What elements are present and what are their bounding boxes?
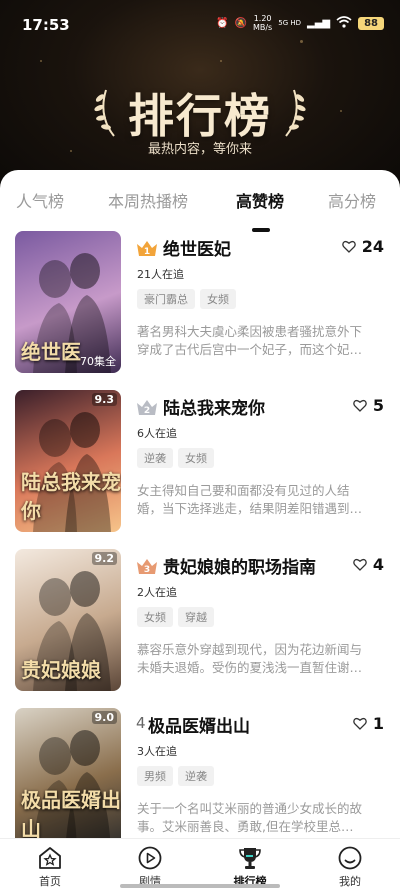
- followers-count: 2人在追: [137, 586, 177, 599]
- bottom-navigation: 首页 剧情 排行榜 我的: [0, 838, 400, 889]
- net-unit: MB/s: [252, 23, 273, 32]
- profile-icon: [338, 846, 362, 870]
- genre-tag: 男频: [137, 766, 173, 786]
- alarm-icon: ⏰: [216, 17, 229, 29]
- ranking-list-item[interactable]: 贵妃娘娘 9.2 3 贵妃娘娘的职场指南 4 2人在追 女频 穿越 慕容乐意外穿越: [0, 549, 400, 699]
- cover-title-text: 贵妃娘娘: [21, 658, 101, 682]
- like-count: 4: [372, 555, 384, 574]
- rank-number: 1: [144, 247, 150, 257]
- rank-number: 4: [136, 714, 146, 732]
- genre-tag: 豪门霸总: [137, 289, 195, 309]
- genre-tag: 女频: [137, 607, 173, 627]
- home-indicator[interactable]: [120, 884, 280, 888]
- drama-description: 著名男科大夫虞心柔因被患者骚扰意外下穿成了古代后宫中一个妃子，而这个妃…: [137, 324, 363, 357]
- signal-icon: ▂▄▆: [307, 17, 331, 29]
- like-count: 5: [372, 396, 384, 415]
- home-star-icon: [39, 847, 61, 869]
- tab-popularity[interactable]: 人气榜: [16, 188, 64, 212]
- like-counter[interactable]: 4: [353, 555, 384, 574]
- cover-title-text: 极品医婿出山: [21, 788, 121, 841]
- genre-tag: 女频: [200, 289, 236, 309]
- genre-tags: 豪门霸总 女频: [137, 289, 236, 309]
- net-speed: 1.20: [253, 14, 272, 23]
- rank-number: 3: [144, 565, 150, 575]
- nav-profile-label: 我的: [339, 875, 361, 888]
- genre-tags: 逆袭 女频: [137, 448, 214, 468]
- genre-tag: 逆袭: [137, 448, 173, 468]
- cover-score: 9.3: [91, 393, 117, 406]
- drama-title[interactable]: 绝世医妃: [163, 235, 231, 260]
- wifi-icon: [336, 15, 352, 31]
- followers-count: 3人在追: [137, 745, 177, 758]
- drama-cover-image[interactable]: 绝世医 70集全: [15, 231, 121, 373]
- drama-cover-image[interactable]: 贵妃娘娘 9.2: [15, 549, 121, 691]
- nav-ranking[interactable]: 排行榜: [215, 845, 285, 889]
- heart-icon: [341, 240, 356, 253]
- followers-count: 21人在追: [137, 268, 184, 281]
- rank-crown-icon: 1: [137, 241, 157, 257]
- drama-title[interactable]: 极品医婿出山: [148, 712, 250, 737]
- rank-number: 2: [144, 406, 150, 416]
- genre-tag: 女频: [178, 448, 214, 468]
- like-counter[interactable]: 24: [341, 237, 384, 256]
- drama-description: 女主得知自己要和面都没有见过的人结婚，当下选择逃走，结果阴差阳错遇到…: [137, 483, 363, 516]
- tab-top-rated[interactable]: 高分榜: [328, 188, 376, 212]
- like-count: 24: [361, 237, 384, 256]
- genre-tags: 女频 穿越: [137, 607, 214, 627]
- nav-plot[interactable]: 剧情: [115, 845, 185, 889]
- ranking-list-item[interactable]: 极品医婿出山 9.0 4 极品医婿出山 1 3人在追 男频 逆袭 关于一个名叫艾米…: [0, 708, 400, 858]
- like-counter[interactable]: 5: [353, 396, 384, 415]
- cover-score: 9.2: [91, 552, 117, 565]
- ranking-list-item[interactable]: 陆总我来宠你 9.3 2 陆总我来宠你 5 6人在追 逆袭 女频 女主得知自己要和: [0, 390, 400, 540]
- ranking-list-item[interactable]: 绝世医 70集全 1 绝世医妃 24 21人在追 豪门霸总 女频 著名男科大夫虞心: [0, 231, 400, 381]
- drama-cover-image[interactable]: 极品医婿出山 9.0: [15, 708, 121, 850]
- tab-most-liked[interactable]: 高赞榜: [236, 188, 284, 212]
- cover-title-text: 绝世医: [21, 340, 81, 364]
- episode-count: 70集全: [80, 355, 116, 368]
- followers-count: 6人在追: [137, 427, 177, 440]
- rank-crown-icon: 3: [137, 559, 157, 575]
- drama-title[interactable]: 陆总我来宠你: [163, 394, 265, 419]
- trophy-icon: [239, 848, 261, 869]
- status-time: 17:53: [22, 16, 70, 34]
- status-bar: 17:53 ⏰ 🔕 1.20 MB/s 5G HD ▂▄▆ 88: [0, 0, 400, 48]
- genre-tags: 男频 逆袭: [137, 766, 214, 786]
- genre-tag: 逆袭: [178, 766, 214, 786]
- page-title: 排行榜: [128, 89, 272, 143]
- page-subtitle: 最热内容，等你来: [147, 142, 252, 157]
- tab-weekly-hot[interactable]: 本周热播榜: [108, 188, 188, 212]
- heart-icon: [353, 558, 367, 571]
- cover-score: 9.0: [91, 711, 117, 724]
- nav-profile[interactable]: 我的: [315, 845, 385, 889]
- like-counter[interactable]: 1: [353, 714, 384, 733]
- heart-icon: [353, 717, 367, 730]
- mute-icon: 🔕: [234, 17, 247, 29]
- heart-icon: [353, 399, 367, 412]
- like-count: 1: [372, 714, 384, 733]
- cover-title-text: 陆总我来宠你: [21, 470, 121, 523]
- rank-crown-icon: 2: [137, 400, 157, 416]
- battery-indicator: 88: [358, 16, 384, 30]
- drama-title[interactable]: 贵妃娘娘的职场指南: [163, 553, 316, 578]
- drama-description: 关于一个名叫艾米丽的普通少女成长的故事。艾米丽善良、勇敢,但在学校里总…: [137, 801, 363, 834]
- network-type: 5G HD: [278, 19, 301, 27]
- genre-tag: 穿越: [178, 607, 214, 627]
- drama-cover-image[interactable]: 陆总我来宠你 9.3: [15, 390, 121, 532]
- nav-home[interactable]: 首页: [15, 845, 85, 889]
- laurel-right-icon: [285, 89, 306, 137]
- nav-home-label: 首页: [39, 875, 61, 888]
- ranking-tabs: 人气榜 本周热播榜 高赞榜 高分榜: [0, 188, 400, 232]
- play-circle-icon: [138, 846, 162, 870]
- drama-description: 慕容乐意外穿越到现代，因为花边新闻与未婚夫退婚。受伤的夏浅浅一直暂住谢…: [137, 642, 363, 675]
